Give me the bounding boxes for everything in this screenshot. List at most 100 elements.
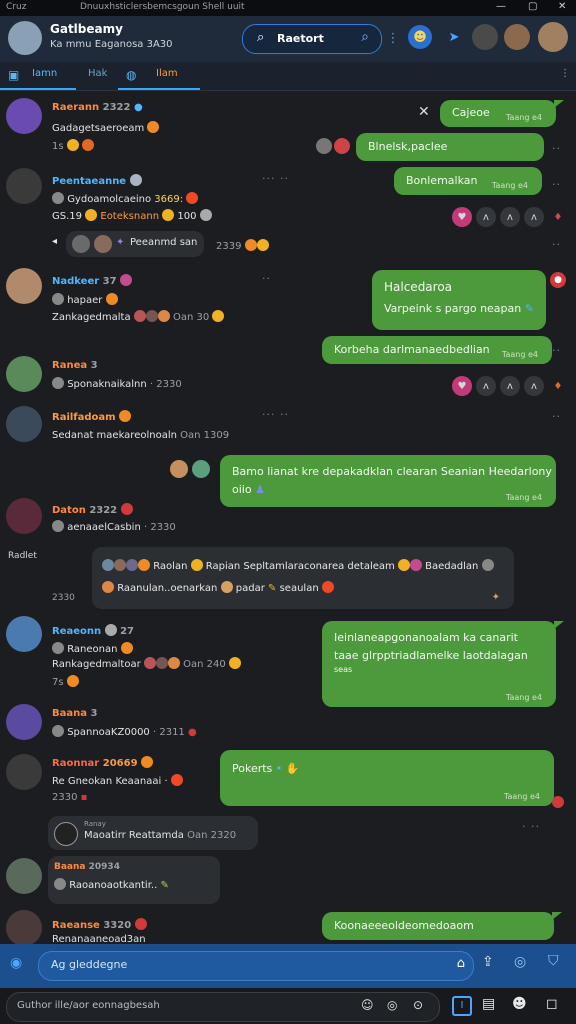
message-input[interactable]: Ag gleddegne ⌂	[38, 951, 474, 981]
avatar[interactable]	[6, 168, 42, 204]
outgoing-bubble[interactable]: Bonlemalkan Taang e4	[394, 167, 542, 195]
message-card[interactable]: Baana 20934 Raoanoaotkantir.. ✎	[48, 856, 220, 904]
avatar[interactable]	[538, 22, 568, 52]
reaction-icon[interactable]: ʌ	[476, 376, 496, 396]
lock-icon[interactable]: ⌂	[457, 956, 465, 971]
more-icon[interactable]: ··	[552, 410, 561, 423]
sender-name: Raeanse 3320	[52, 918, 147, 931]
emoji-icon[interactable]: ☻	[408, 25, 432, 49]
bubble-tail	[554, 100, 564, 108]
outgoing-bubble[interactable]: Korbeha darlmanaedbedlian Taang e4	[322, 336, 552, 364]
tab-bar: ▣ Iamn Hak ◍ Ilam ⋮	[0, 62, 576, 91]
reaction-row: ♥ ʌ ʌ ʌ ♦	[452, 207, 568, 227]
message-text: Raanulan..oenarkan padar ✎ seaulan	[102, 581, 334, 594]
sender-name: Baana 20934	[54, 862, 120, 872]
message-card[interactable]: Raolan Rapian Sepltamlaraconarea detalea…	[92, 547, 514, 609]
more-icon[interactable]: ··	[262, 272, 271, 285]
flame-icon[interactable]: ♦	[548, 376, 568, 396]
avatar[interactable]	[6, 910, 42, 946]
tab-indicator	[0, 88, 76, 90]
flame-icon[interactable]: ♦	[548, 207, 568, 227]
emoji-icon[interactable]: ☺	[361, 998, 374, 1012]
avatar	[54, 822, 78, 846]
reply-preview[interactable]: ✦ Peeanmd san	[66, 231, 204, 257]
avatar[interactable]	[6, 498, 42, 534]
more-icon[interactable]: ··· ··	[262, 408, 289, 421]
reaction-icon[interactable]: ʌ	[524, 376, 544, 396]
smile-icon[interactable]: ☻	[512, 996, 527, 1012]
heart-icon[interactable]: ♥	[452, 376, 472, 396]
emoji-icon[interactable]: ◎	[514, 954, 526, 970]
shield-icon[interactable]: ⛉	[548, 953, 559, 969]
more-icon[interactable]: ⋮	[560, 68, 570, 79]
outgoing-bubble[interactable]: Ieinlaneapgonanoalam ka canarit taae glr…	[322, 621, 556, 707]
avatar[interactable]	[6, 754, 42, 790]
outgoing-bubble[interactable]: Cajeoe Taang e4	[440, 100, 556, 127]
avatar[interactable]	[6, 616, 42, 652]
avatar	[72, 235, 90, 253]
more-icon[interactable]: · ··	[522, 820, 540, 833]
bubble-text: Ieinlaneapgonanoalam ka canarit	[334, 631, 518, 644]
reaction-icon[interactable]: ʌ	[500, 207, 520, 227]
avatar[interactable]	[6, 98, 42, 134]
sticker-icon[interactable]: ◎	[387, 998, 397, 1012]
tab-ilam[interactable]: Ilam	[156, 68, 178, 79]
search-input[interactable]: Guthor ille/aor eonnagbesah ☺ ◎ ⊙	[6, 992, 440, 1022]
message-text: Raneonan	[52, 642, 133, 655]
avatar[interactable]	[504, 24, 530, 50]
close-window-icon[interactable]: ✕	[558, 1, 566, 12]
reply-preview[interactable]: Ranay Maoatirr Reattamda Oan 2320	[48, 816, 258, 850]
avatar[interactable]	[8, 21, 42, 55]
tab-hak[interactable]: Hak	[88, 68, 107, 79]
bubble-text: Koonaeeeoldeomedoaom	[334, 919, 474, 932]
message-meta: 2330 ▪	[52, 792, 88, 803]
more-icon[interactable]: ··	[552, 142, 561, 155]
outgoing-bubble[interactable]: Halcedaroa Varpeink s pargo neapan ✎	[372, 270, 546, 330]
more-vertical-icon[interactable]: ⋮	[387, 28, 400, 48]
bubble-text: Blnelsk,paclee	[368, 140, 448, 153]
bubble-tail	[554, 621, 564, 629]
minimize-icon[interactable]: —	[496, 1, 506, 12]
alert-badge[interactable]: ●	[550, 272, 566, 288]
keyboard-icon[interactable]: I	[452, 996, 472, 1016]
reply-arrow-icon[interactable]: ◂	[52, 236, 57, 247]
sparkle-icon: ✦	[491, 592, 500, 603]
close-icon[interactable]: ✕	[418, 104, 430, 120]
more-icon[interactable]: ··	[552, 178, 561, 191]
avatar[interactable]	[6, 356, 42, 392]
reaction-icon[interactable]: ʌ	[524, 207, 544, 227]
avatar	[94, 235, 112, 253]
bubble-time: Taang e4	[505, 693, 542, 702]
globe-icon[interactable]: ◍	[126, 68, 136, 82]
heart-icon[interactable]: ♥	[452, 207, 472, 227]
search-icon[interactable]: ⌕	[361, 29, 369, 45]
message-text: Raoanoaotkantir.. ✎	[54, 878, 169, 891]
reaction-icon[interactable]: ʌ	[500, 376, 520, 396]
reply-text: Peeanmd san	[130, 237, 198, 248]
bubble-text: Bonlemalkan	[406, 174, 478, 187]
outgoing-bubble[interactable]: Blnelsk,paclee	[356, 133, 544, 161]
bell-icon[interactable]: ◉	[10, 955, 22, 971]
alert-badge[interactable]	[552, 796, 564, 808]
share-icon[interactable]: ⇪	[482, 954, 494, 970]
avatar[interactable]	[6, 704, 42, 740]
outgoing-bubble[interactable]: Koonaeeeoldeomedoaom	[322, 912, 554, 940]
avatar[interactable]	[472, 24, 498, 50]
avatar[interactable]	[6, 406, 42, 442]
reaction-icon[interactable]: ʌ	[476, 207, 496, 227]
chat-icon[interactable]: ▣	[8, 68, 19, 82]
search-box[interactable]: ⌕ Raetort ⌕	[242, 24, 382, 54]
image-icon[interactable]: ▤	[482, 996, 495, 1012]
avatar[interactable]	[6, 268, 42, 304]
outgoing-bubble[interactable]: Bamo lianat kre depakadklan clearan Sean…	[220, 455, 556, 507]
more-icon[interactable]: ··	[552, 238, 561, 251]
avatar[interactable]	[6, 858, 42, 894]
tab-main[interactable]: Iamn	[32, 68, 57, 79]
more-icon[interactable]: ··	[552, 344, 561, 357]
maximize-icon[interactable]: ▢	[528, 1, 537, 12]
message-icon[interactable]: ◻	[546, 996, 558, 1012]
more-icon[interactable]: ··· ··	[262, 172, 289, 185]
paper-plane-icon[interactable]: ➤	[442, 25, 466, 49]
outgoing-bubble[interactable]: Pokerts • ✋ Taang e4	[220, 750, 554, 806]
attach-icon[interactable]: ⊙	[413, 998, 423, 1012]
